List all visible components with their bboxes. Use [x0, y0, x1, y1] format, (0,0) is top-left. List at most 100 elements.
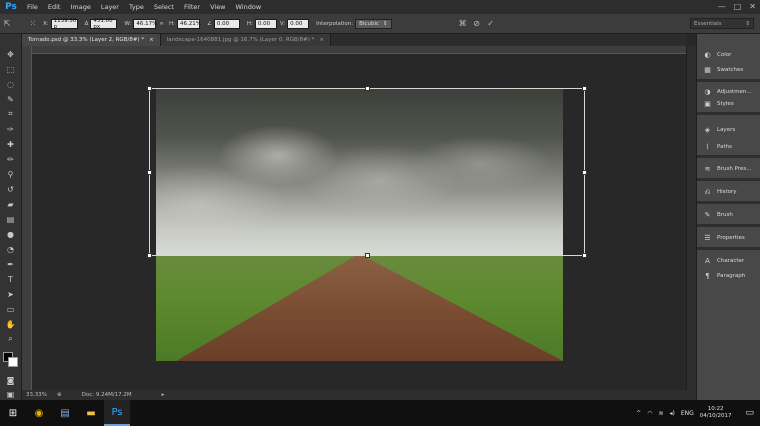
- menu-view[interactable]: View: [205, 3, 230, 11]
- tab-tornado[interactable]: Tornado.psd @ 33.3% (Layer 2, RGB/8#) * …: [22, 34, 161, 46]
- vertical-ruler[interactable]: [22, 46, 32, 390]
- panel-label: Styles: [717, 101, 734, 107]
- horizontal-skew-field[interactable]: 0.00: [254, 18, 277, 29]
- notepad-icon[interactable]: ▤: [52, 400, 78, 426]
- clock[interactable]: 10:22 04/10/2017: [700, 406, 732, 420]
- reference-point-icon[interactable]: ⁙: [26, 17, 40, 31]
- menu-type[interactable]: Type: [124, 3, 149, 11]
- clone-stamp-tool-icon[interactable]: ⚲: [4, 168, 17, 180]
- menu-file[interactable]: File: [22, 3, 43, 11]
- shape-tool-icon[interactable]: ▭: [4, 303, 17, 315]
- marquee-tool-icon[interactable]: ⬚: [4, 63, 17, 75]
- transform-handle-left[interactable]: [147, 170, 152, 175]
- transform-handle-bottom[interactable]: [365, 253, 370, 258]
- character-icon: A: [705, 257, 710, 265]
- height-field[interactable]: 46.21%: [176, 18, 201, 29]
- hand-tool-icon[interactable]: ✋: [4, 318, 17, 330]
- close-icon[interactable]: ×: [319, 37, 324, 43]
- pen-tool-icon[interactable]: ✒: [4, 258, 17, 270]
- transform-handle-top-right[interactable]: [582, 86, 587, 91]
- menu-window[interactable]: Window: [231, 3, 267, 11]
- dodge-tool-icon[interactable]: ◔: [4, 243, 17, 255]
- cancel-transform-icon[interactable]: ⊘: [470, 17, 484, 31]
- eyedropper-tool-icon[interactable]: ✑: [4, 123, 17, 135]
- chevron-up-icon[interactable]: ^: [636, 410, 641, 417]
- file-explorer-icon[interactable]: ▬: [78, 400, 104, 426]
- blur-tool-icon[interactable]: ●: [4, 228, 17, 240]
- maximize-button[interactable]: □: [734, 2, 742, 11]
- language-indicator[interactable]: ENG: [681, 410, 694, 417]
- vertical-skew-field[interactable]: 0.00: [287, 18, 310, 29]
- panel-swatches[interactable]: ▦ Swatches: [697, 63, 760, 77]
- close-icon[interactable]: ×: [149, 37, 154, 43]
- panel-paragraph[interactable]: ¶ Paragraph: [697, 269, 760, 283]
- menu-filter[interactable]: Filter: [179, 3, 205, 11]
- type-tool-icon[interactable]: T: [4, 273, 17, 285]
- minimize-button[interactable]: —: [718, 2, 726, 11]
- panel-brush-presets[interactable]: ≋ Brush Pres...: [697, 162, 760, 176]
- healing-brush-tool-icon[interactable]: ✚: [4, 138, 17, 150]
- zoom-tool-icon[interactable]: ⌕: [4, 333, 17, 345]
- transform-handle-bottom-left[interactable]: [147, 253, 152, 258]
- brush-tool-icon[interactable]: ✏: [4, 153, 17, 165]
- x-position-field[interactable]: 1139.50 p: [50, 18, 78, 30]
- transform-handle-bottom-right[interactable]: [582, 253, 587, 258]
- y-position-field[interactable]: 451.00 px: [90, 18, 118, 30]
- panel-layers[interactable]: ◈ Layers: [697, 123, 760, 137]
- crop-tool-icon[interactable]: ⌗: [4, 108, 17, 120]
- panel-paths[interactable]: ⌇ Paths: [697, 140, 760, 154]
- panel-label: Adjustmen...: [717, 89, 752, 95]
- panel-adjustments[interactable]: ◑ Adjustmen...: [697, 85, 760, 99]
- zoom-level[interactable]: 33.33%: [26, 392, 47, 398]
- move-tool-preset-icon[interactable]: ⇱: [0, 17, 14, 31]
- width-field[interactable]: 46.17%: [133, 18, 157, 29]
- horizontal-ruler[interactable]: [32, 46, 686, 54]
- path-selection-tool-icon[interactable]: ➤: [4, 288, 17, 300]
- tab-landscape[interactable]: landscape-1640881.jpg @ 16.7% (Layer 0, …: [160, 34, 331, 46]
- wifi-icon[interactable]: ≋: [658, 410, 663, 417]
- free-transform-box[interactable]: [147, 86, 587, 258]
- history-brush-tool-icon[interactable]: ↺: [4, 183, 17, 195]
- quick-mask-icon[interactable]: ◙: [4, 374, 17, 386]
- panel-history[interactable]: ⎌ History: [697, 185, 760, 199]
- network-icon[interactable]: ◠: [647, 410, 652, 417]
- panel-styles[interactable]: ▣ Styles: [697, 100, 760, 108]
- interpolation-value: Bicubic: [359, 20, 379, 27]
- transform-handle-right[interactable]: [582, 170, 587, 175]
- chrome-icon[interactable]: ◉: [26, 400, 52, 426]
- warp-mode-icon[interactable]: ⌘: [456, 17, 470, 31]
- screen-mode-icon[interactable]: ▣: [4, 388, 17, 400]
- menu-edit[interactable]: Edit: [43, 3, 66, 11]
- windows-start-icon[interactable]: ⊞: [0, 400, 26, 426]
- menu-select[interactable]: Select: [149, 3, 179, 11]
- background-color-swatch[interactable]: [8, 357, 18, 367]
- panel-color[interactable]: ◐ Color: [697, 48, 760, 62]
- gradient-tool-icon[interactable]: ▤: [4, 213, 17, 225]
- angle-field[interactable]: 0.00: [213, 18, 240, 29]
- lasso-tool-icon[interactable]: ◌: [4, 78, 17, 90]
- quick-select-tool-icon[interactable]: ✎: [4, 93, 17, 105]
- transform-handle-top-left[interactable]: [147, 86, 152, 91]
- panel-brush[interactable]: ✎ Brush: [697, 208, 760, 222]
- vertical-scrollbar[interactable]: [686, 46, 696, 390]
- interpolation-select[interactable]: Bicubic ⇕: [355, 18, 392, 29]
- move-tool-icon[interactable]: ✥: [4, 48, 17, 60]
- panel-label: History: [717, 189, 737, 195]
- link-icon[interactable]: ∞: [159, 21, 164, 27]
- close-window-button[interactable]: ✕: [749, 2, 756, 11]
- panel-character[interactable]: A Character: [697, 254, 760, 268]
- panel-properties[interactable]: ☰ Properties: [697, 231, 760, 245]
- menu-layer[interactable]: Layer: [96, 3, 124, 11]
- transform-handle-top[interactable]: [365, 86, 370, 91]
- volume-icon[interactable]: ◂): [669, 410, 674, 417]
- photoshop-taskbar-icon[interactable]: Ps: [104, 400, 130, 426]
- status-arrow-icon[interactable]: ▸: [162, 392, 165, 398]
- eraser-tool-icon[interactable]: ▰: [4, 198, 17, 210]
- brush-icon: ✎: [704, 211, 711, 219]
- menu-image[interactable]: Image: [65, 3, 95, 11]
- workspace-switcher[interactable]: Essentials ⇕: [690, 18, 754, 29]
- commit-transform-icon[interactable]: ✓: [484, 17, 498, 31]
- share-icon[interactable]: ⊕: [57, 392, 62, 398]
- tab-label: Tornado.psd @ 33.3% (Layer 2, RGB/8#) *: [28, 37, 145, 43]
- notifications-icon[interactable]: ▭: [745, 408, 754, 418]
